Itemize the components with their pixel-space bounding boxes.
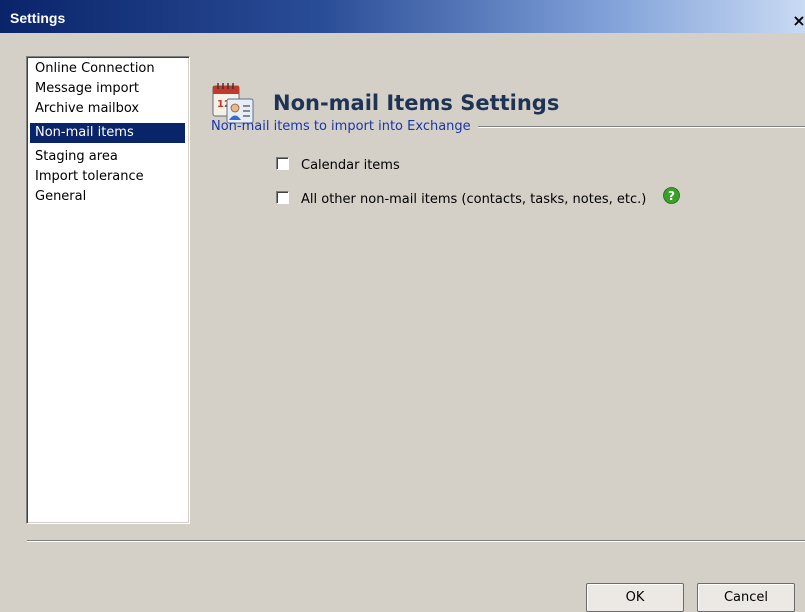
svg-text:?: ? — [668, 189, 675, 203]
group-divider — [478, 126, 805, 128]
ok-button[interactable]: OK — [586, 583, 684, 612]
help-icon[interactable]: ? — [663, 187, 680, 204]
group-label: Non-mail items to import into Exchange — [211, 119, 471, 134]
nav-item-non-mail-items[interactable]: Non-mail items — [30, 123, 185, 143]
nav-item-general[interactable]: General — [30, 187, 185, 207]
window-title: Settings — [10, 10, 66, 26]
settings-category-list[interactable]: Online Connection Message import Archive… — [26, 56, 190, 524]
nav-item-message-import[interactable]: Message import — [30, 79, 185, 99]
calendar-items-checkbox[interactable] — [276, 157, 289, 170]
calendar-items-label[interactable]: Calendar items — [301, 158, 400, 173]
page-title: Non-mail Items Settings — [273, 91, 560, 115]
other-items-label[interactable]: All other non-mail items (contacts, task… — [301, 192, 646, 207]
title-bar[interactable]: Settings — [0, 0, 805, 33]
close-button[interactable]: × — [791, 12, 805, 30]
nav-item-archive-mailbox[interactable]: Archive mailbox — [30, 99, 185, 119]
nav-item-online-connection[interactable]: Online Connection — [30, 59, 185, 79]
other-items-checkbox[interactable] — [276, 191, 289, 204]
cancel-button[interactable]: Cancel — [697, 583, 795, 612]
nav-item-staging-area[interactable]: Staging area — [30, 147, 185, 167]
footer-divider — [27, 540, 805, 542]
nav-item-import-tolerance[interactable]: Import tolerance — [30, 167, 185, 187]
